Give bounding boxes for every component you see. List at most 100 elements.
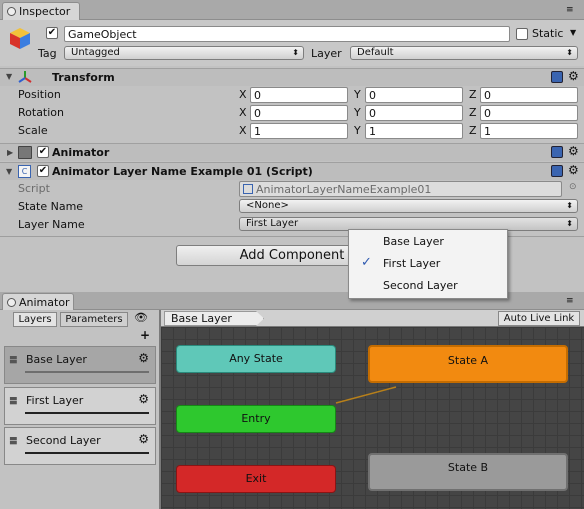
tag-label: Tag: [38, 47, 57, 60]
script-field: AnimatorLayerNameExample01: [239, 181, 562, 197]
layer-weight-bar: [25, 371, 149, 373]
checkmark-icon: ✓: [361, 255, 372, 270]
object-picker-icon[interactable]: ⊙: [569, 182, 577, 192]
menu-item-second-layer-label: Second Layer: [383, 279, 458, 292]
state-name-dropdown[interactable]: <None> ⬍: [239, 199, 578, 213]
script-value: AnimatorLayerNameExample01: [256, 183, 432, 196]
position-z-label[interactable]: Z: [469, 88, 477, 101]
state-b[interactable]: State B: [368, 453, 568, 491]
collapse-triangle-icon[interactable]: ▶: [7, 148, 13, 157]
add-component-label: Add Component: [239, 248, 345, 263]
scale-z-label[interactable]: Z: [469, 124, 477, 137]
state-any-state[interactable]: Any State: [176, 345, 336, 373]
position-z-input[interactable]: 0: [480, 87, 578, 103]
rotation-z-label[interactable]: Z: [469, 106, 477, 119]
node-label: State A: [447, 354, 489, 367]
layer-item-first[interactable]: ▬ ▬ First Layer ⚙: [4, 387, 156, 425]
state-exit[interactable]: Exit: [176, 465, 336, 493]
tab-animator[interactable]: Animator: [2, 293, 74, 310]
tab-parameters-label: Parameters: [65, 314, 123, 325]
auto-live-link-button[interactable]: Auto Live Link: [498, 311, 580, 326]
tag-value: Untagged: [71, 47, 120, 58]
menu-item-base-layer-label: Base Layer: [383, 235, 444, 248]
layer-dropdown[interactable]: Default ⬍: [350, 46, 578, 60]
tab-inspector[interactable]: Inspector: [2, 2, 80, 20]
layer-item-label: Base Layer: [26, 353, 87, 366]
state-entry[interactable]: Entry: [176, 405, 336, 433]
state-name-label: State Name: [18, 200, 84, 213]
position-y-input[interactable]: 0: [365, 87, 463, 103]
help-book-icon[interactable]: [551, 165, 563, 177]
scale-label: Scale: [18, 124, 48, 137]
help-book-icon[interactable]: [551, 146, 563, 158]
scale-x-label[interactable]: X: [239, 124, 247, 137]
node-label: Entry: [241, 412, 271, 425]
gear-icon[interactable]: ⚙: [138, 432, 149, 446]
state-a[interactable]: State A: [368, 345, 568, 383]
state-name-value: <None>: [246, 200, 289, 211]
layer-weight-bar: [25, 412, 149, 414]
layer-item-base[interactable]: ▬ ▬ Base Layer ⚙: [4, 346, 156, 384]
eye-icon[interactable]: 👁: [134, 311, 148, 324]
inspector-tabbar: [0, 0, 584, 20]
position-label: Position: [18, 88, 61, 101]
script-component-title: Animator Layer Name Example 01 (Script): [52, 165, 313, 178]
check-icon: ✔: [47, 27, 57, 38]
rotation-x-input[interactable]: 0: [250, 105, 348, 121]
csharp-script-icon: C: [18, 165, 31, 178]
drag-handle-icon[interactable]: ▬ ▬: [9, 435, 18, 448]
node-label: Any State: [229, 352, 283, 365]
rotation-y-input[interactable]: 0: [365, 105, 463, 121]
static-checkbox[interactable]: [516, 28, 528, 40]
dropdown-arrow-icon: ⬍: [292, 48, 299, 57]
layer-item-label: Second Layer: [26, 434, 101, 447]
gear-icon[interactable]: ⚙: [568, 163, 579, 177]
tab-layers-label: Layers: [18, 314, 52, 325]
tab-layers[interactable]: Layers: [13, 312, 57, 327]
rotation-x-label[interactable]: X: [239, 106, 247, 119]
node-label: Exit: [245, 472, 267, 485]
static-label: Static: [532, 27, 564, 40]
tab-parameters[interactable]: Parameters: [60, 312, 128, 327]
rotation-z-input[interactable]: 0: [480, 105, 578, 121]
panel-menu-icon[interactable]: ≡: [566, 5, 574, 15]
layer-item-second[interactable]: ▬ ▬ Second Layer ⚙: [4, 427, 156, 465]
tag-dropdown[interactable]: Untagged ⬍: [64, 46, 304, 60]
auto-live-link-label: Auto Live Link: [503, 313, 575, 324]
scale-x-input[interactable]: 1: [250, 123, 348, 139]
gameobject-active-checkbox[interactable]: ✔: [46, 27, 58, 39]
dropdown-arrow-icon: ⬍: [566, 201, 573, 210]
animator-component-title: Animator: [52, 146, 110, 159]
transform-title: Transform: [52, 71, 115, 84]
gear-icon[interactable]: ⚙: [138, 392, 149, 406]
animator-component-icon: [18, 146, 32, 159]
position-x-label[interactable]: X: [239, 88, 247, 101]
layer-name-dropdown-menu: Base Layer ✓ First Layer Second Layer: [348, 229, 508, 299]
tab-inspector-label: Inspector: [19, 5, 71, 18]
scale-z-input[interactable]: 1: [480, 123, 578, 139]
scale-y-input[interactable]: 1: [365, 123, 463, 139]
gear-icon[interactable]: ⚙: [138, 351, 149, 365]
position-y-label[interactable]: Y: [354, 88, 361, 101]
script-label: Script: [18, 182, 50, 195]
gameobject-name-input[interactable]: GameObject: [64, 26, 510, 42]
check-icon: ✔: [38, 146, 48, 157]
expand-triangle-icon[interactable]: ▼: [6, 167, 12, 176]
drag-handle-icon[interactable]: ▬ ▬: [9, 354, 18, 367]
gear-icon[interactable]: ⚙: [568, 144, 579, 158]
gear-icon[interactable]: ⚙: [568, 69, 579, 83]
drag-handle-icon[interactable]: ▬ ▬: [9, 395, 18, 408]
breadcrumb-label: Base Layer: [171, 312, 232, 325]
static-dropdown-arrow[interactable]: ▼: [570, 28, 576, 37]
add-layer-button[interactable]: +: [140, 328, 150, 342]
breadcrumb[interactable]: Base Layer: [164, 311, 264, 326]
rotation-y-label[interactable]: Y: [354, 106, 361, 119]
gameobject-cube-icon: [8, 26, 32, 50]
scale-y-label[interactable]: Y: [354, 124, 361, 137]
expand-triangle-icon[interactable]: ▼: [6, 72, 12, 81]
animator-enabled-checkbox[interactable]: ✔: [37, 146, 49, 158]
script-enabled-checkbox[interactable]: ✔: [37, 165, 49, 177]
panel-menu-icon[interactable]: ≡: [566, 296, 574, 306]
position-x-input[interactable]: 0: [250, 87, 348, 103]
help-book-icon[interactable]: [551, 71, 563, 83]
